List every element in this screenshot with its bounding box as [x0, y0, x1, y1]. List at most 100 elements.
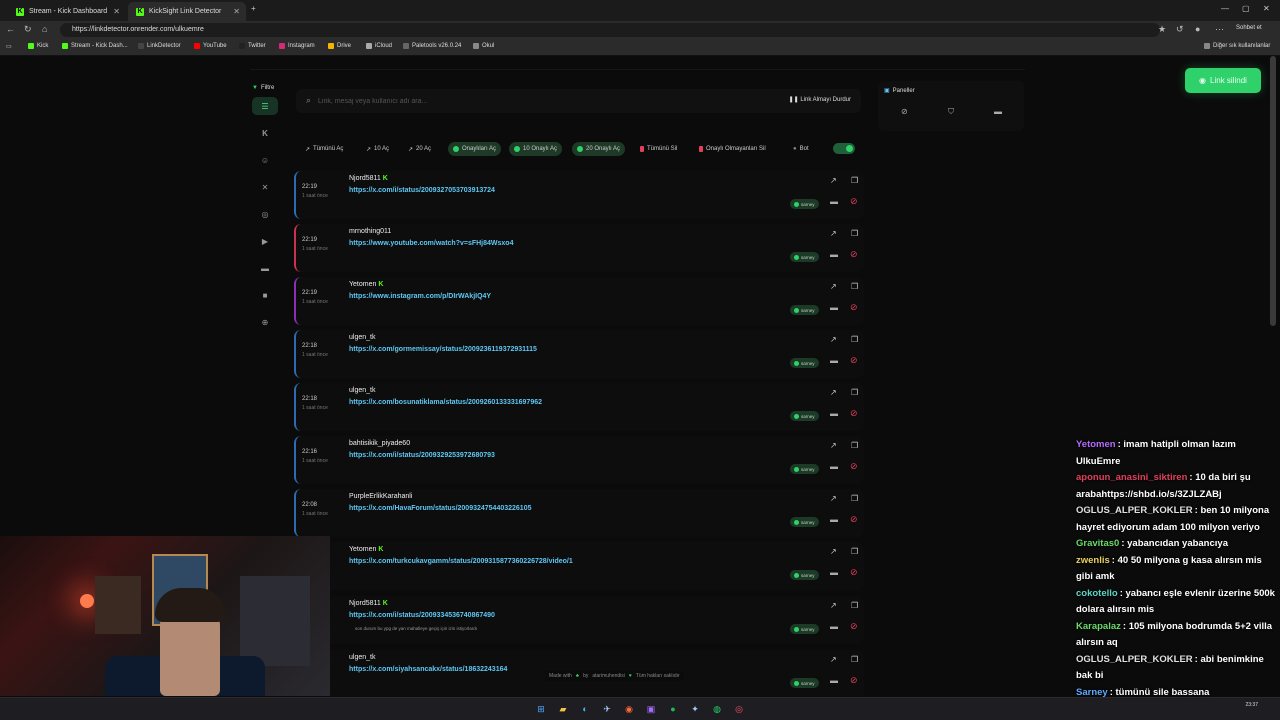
- stop-link-button[interactable]: ❚❚ Link Almayı Durdur: [789, 96, 851, 103]
- trash-icon[interactable]: ▬: [830, 197, 838, 206]
- page-scrollbar[interactable]: [1270, 56, 1276, 326]
- external-link-icon[interactable]: ↗: [830, 655, 837, 664]
- more-icon[interactable]: ⋯: [1215, 24, 1224, 35]
- card-link[interactable]: https://x.com/bosunatiklama/status/20092…: [349, 399, 542, 406]
- block-icon[interactable]: ⊘: [850, 621, 858, 632]
- filter-kick-button[interactable]: K: [252, 124, 278, 142]
- copy-icon[interactable]: ❐: [851, 547, 858, 556]
- edge-icon[interactable]: ◐: [578, 702, 592, 716]
- filter-camera-button[interactable]: ■: [252, 286, 278, 304]
- card-link[interactable]: https://www.instagram.com/p/DIrWAkjIQ4Y: [349, 293, 491, 300]
- card-link[interactable]: https://x.com/turkcukavgamm/status/20093…: [349, 558, 573, 565]
- trash-icon[interactable]: ▬: [830, 568, 838, 577]
- block-icon[interactable]: ⊘: [850, 302, 858, 313]
- other-bookmarks[interactable]: Diğer sık kullanılanlar: [1204, 43, 1270, 49]
- trash-icon[interactable]: ▬: [830, 462, 838, 471]
- delete-all-button[interactable]: Tümünü Sil: [635, 142, 682, 156]
- block-icon[interactable]: ⊘: [850, 514, 858, 525]
- search-input[interactable]: [318, 94, 718, 108]
- external-link-icon[interactable]: ↗: [830, 494, 837, 503]
- bookmark-stream[interactable]: Stream - Kick Dash...: [62, 43, 128, 49]
- chrome-icon[interactable]: ◎: [732, 702, 746, 716]
- external-link-icon[interactable]: ↗: [830, 547, 837, 556]
- extensions-icon[interactable]: ↺: [1176, 24, 1184, 35]
- trash-icon[interactable]: ▬: [830, 515, 838, 524]
- block-icon[interactable]: ⊘: [850, 355, 858, 366]
- filter-web-button[interactable]: ⊕: [252, 313, 278, 331]
- copy-icon[interactable]: ❐: [851, 655, 858, 664]
- filter-instagram-button[interactable]: ◎: [252, 205, 278, 223]
- close-window-icon[interactable]: ✕: [1263, 4, 1270, 13]
- block-icon[interactable]: ⊘: [850, 461, 858, 472]
- external-link-icon[interactable]: ↗: [830, 601, 837, 610]
- shield-icon[interactable]: ⛉: [948, 107, 954, 117]
- card-link[interactable]: https://x.com/i/status/20093292539726807…: [349, 452, 495, 459]
- spotify-icon[interactable]: ●: [666, 702, 680, 716]
- card-link[interactable]: https://x.com/i/status/20093345367408674…: [349, 612, 495, 619]
- trash-icon[interactable]: ▬: [830, 303, 838, 312]
- back-icon[interactable]: ←: [6, 24, 15, 34]
- card-link[interactable]: https://x.com/gormemissay/status/2009236…: [349, 346, 537, 353]
- filter-video-button[interactable]: ▬: [252, 259, 278, 277]
- block-icon[interactable]: ⊘: [850, 249, 858, 260]
- bookmark-linkdetector[interactable]: LinkDetector: [138, 43, 181, 49]
- steam-icon[interactable]: ✈: [600, 702, 614, 716]
- bookmark-okul[interactable]: Okul: [473, 43, 494, 49]
- copy-icon[interactable]: ❐: [851, 494, 858, 503]
- twitch-icon[interactable]: ▣: [644, 702, 658, 716]
- trash-icon[interactable]: ▬: [830, 676, 838, 685]
- file-explorer-icon[interactable]: ▰: [556, 702, 570, 716]
- bot-toggle[interactable]: [833, 143, 855, 154]
- footer-author[interactable]: atarimuhendisi: [592, 673, 625, 679]
- bookmark-youtube[interactable]: YouTube: [194, 43, 227, 49]
- open-20-button[interactable]: ↗ 20 Aç: [403, 142, 436, 156]
- url-field[interactable]: https://linkdetector.onrender.com/ulkuem…: [60, 23, 1160, 37]
- close-icon[interactable]: ✕: [113, 7, 120, 16]
- firefox-icon[interactable]: ◉: [622, 702, 636, 716]
- start-icon[interactable]: ⊞: [534, 702, 548, 716]
- block-icon[interactable]: ⊘: [850, 567, 858, 578]
- copy-icon[interactable]: ❐: [851, 176, 858, 185]
- profile-avatar-icon[interactable]: ●: [1195, 24, 1200, 34]
- copy-icon[interactable]: ❐: [851, 601, 858, 610]
- bookmark-kick[interactable]: Kick: [28, 43, 48, 49]
- copy-icon[interactable]: ❐: [851, 388, 858, 397]
- open-10-approved-button[interactable]: 10 Onaylı Aç: [509, 142, 563, 156]
- block-icon[interactable]: ⊘: [850, 196, 858, 207]
- minimize-icon[interactable]: —: [1221, 4, 1229, 13]
- bookmark-paletools[interactable]: Paletools v26.0.24: [403, 43, 461, 49]
- bookmark-drive[interactable]: Drive: [328, 43, 351, 49]
- block-icon[interactable]: ⊘: [850, 408, 858, 419]
- bookmark-instagram[interactable]: Instagram: [279, 43, 315, 49]
- close-icon[interactable]: ✕: [233, 7, 240, 16]
- open-10-button[interactable]: ↗ 10 Aç: [361, 142, 394, 156]
- home-icon[interactable]: ⌂: [42, 24, 47, 34]
- tab-stream-dashboard[interactable]: K Stream - Kick Dashboard ✕: [8, 2, 126, 21]
- trash-icon[interactable]: ▬: [830, 250, 838, 259]
- bookmark-twitter[interactable]: Twitter: [239, 43, 266, 49]
- filter-all-button[interactable]: ☰: [252, 97, 278, 115]
- card-link[interactable]: https://x.com/HavaForum/status/200932475…: [349, 505, 532, 512]
- block-icon[interactable]: ⊘: [850, 675, 858, 686]
- external-link-icon[interactable]: ↗: [830, 388, 837, 397]
- copy-icon[interactable]: ❐: [851, 282, 858, 291]
- bookmarks-icon[interactable]: ▭: [6, 43, 12, 50]
- card-link[interactable]: https://www.youtube.com/watch?v=sFHj84Ws…: [349, 240, 513, 247]
- trash-icon[interactable]: ▬: [994, 107, 1002, 116]
- open-all-button[interactable]: ↗ Tümünü Aç: [300, 142, 348, 156]
- open-20-approved-button[interactable]: 20 Onaylı Aç: [572, 142, 626, 156]
- star-icon[interactable]: ★: [1158, 24, 1166, 35]
- copy-icon[interactable]: ❐: [851, 335, 858, 344]
- open-approved-button[interactable]: Onaylıları Aç: [448, 142, 502, 156]
- copy-icon[interactable]: ❐: [851, 441, 858, 450]
- chat-button[interactable]: Sohbet et: [1236, 25, 1262, 31]
- card-link[interactable]: https://x.com/i/status/20093270537039137…: [349, 187, 495, 194]
- whatsapp-icon[interactable]: ◍: [710, 702, 724, 716]
- external-link-icon[interactable]: ↗: [830, 282, 837, 291]
- delete-unapproved-button[interactable]: Onaylı Olmayanları Sil: [694, 142, 771, 156]
- block-icon[interactable]: ⊘: [901, 107, 908, 116]
- external-link-icon[interactable]: ↗: [830, 176, 837, 185]
- app-icon[interactable]: ✦: [688, 702, 702, 716]
- filter-user-button[interactable]: ☺: [252, 151, 278, 169]
- trash-icon[interactable]: ▬: [830, 622, 838, 631]
